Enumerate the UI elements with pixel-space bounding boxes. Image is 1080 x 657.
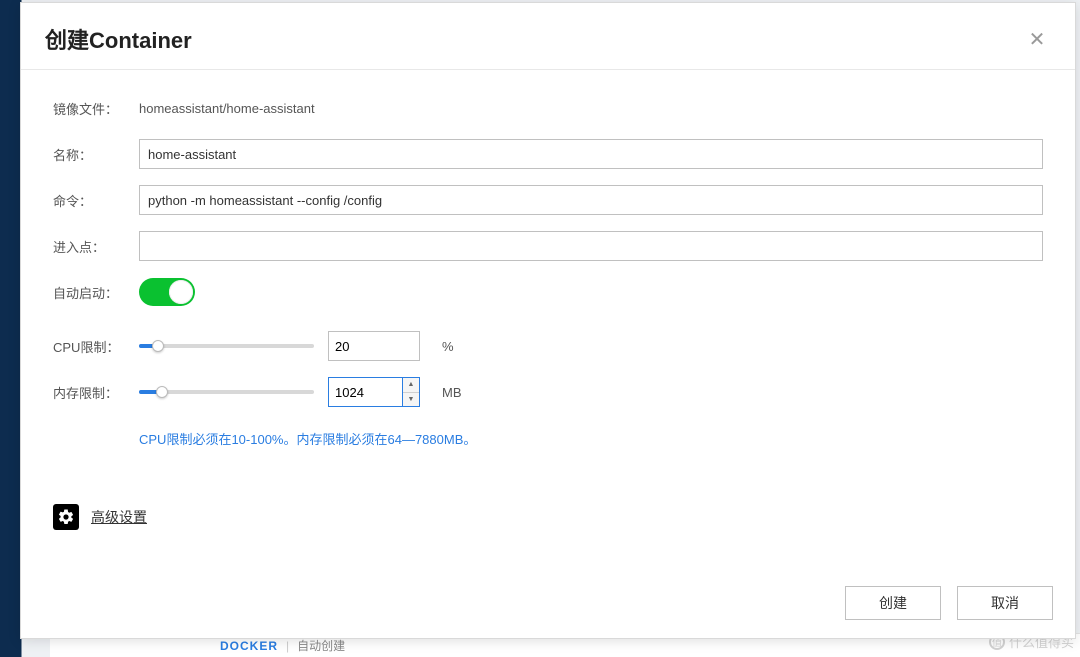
command-input[interactable] bbox=[139, 185, 1043, 215]
mem-limit-input[interactable] bbox=[328, 377, 402, 407]
mem-spinner-buttons: ▲ ▼ bbox=[402, 377, 420, 407]
mem-slider[interactable] bbox=[139, 390, 314, 394]
entrypoint-input[interactable] bbox=[139, 231, 1043, 261]
row-cpu-limit: CPU限制： % bbox=[53, 330, 1043, 362]
name-input[interactable] bbox=[139, 139, 1043, 169]
mem-unit: MB bbox=[442, 385, 462, 400]
row-name: 名称： bbox=[53, 138, 1043, 170]
advanced-settings-link[interactable]: 高级设置 bbox=[91, 507, 147, 527]
create-button[interactable]: 创建 bbox=[845, 586, 941, 620]
mem-slider-thumb[interactable] bbox=[156, 386, 168, 398]
limits-hint: CPU限制必须在10-100%。内存限制必须在64—7880MB。 bbox=[139, 429, 476, 448]
cpu-unit: % bbox=[442, 339, 454, 354]
label-autostart: 自动启动： bbox=[53, 283, 139, 302]
label-name: 名称： bbox=[53, 145, 139, 164]
mem-step-down-button[interactable]: ▼ bbox=[403, 392, 419, 407]
create-container-modal: 创建Container ✕ 镜像文件： homeassistant/home-a… bbox=[20, 2, 1076, 639]
cpu-slider-wrap: % bbox=[139, 331, 1043, 361]
cancel-button[interactable]: 取消 bbox=[957, 586, 1053, 620]
close-icon: ✕ bbox=[1029, 27, 1046, 52]
label-command: 命令： bbox=[53, 191, 139, 210]
row-image: 镜像文件： homeassistant/home-assistant bbox=[53, 92, 1043, 124]
label-cpu-limit: CPU限制： bbox=[53, 337, 139, 356]
row-hint: CPU限制必须在10-100%。内存限制必须在64—7880MB。 bbox=[139, 422, 1043, 454]
chevron-down-icon: ▼ bbox=[408, 396, 415, 403]
row-command: 命令： bbox=[53, 184, 1043, 216]
bg-text-docker: DOCKER bbox=[220, 639, 278, 653]
modal-header: 创建Container ✕ bbox=[21, 3, 1075, 70]
row-advanced: 高级设置 bbox=[53, 504, 1043, 530]
modal-body: 镜像文件： homeassistant/home-assistant 名称： 命… bbox=[21, 70, 1075, 572]
autostart-toggle[interactable] bbox=[139, 278, 195, 306]
close-button[interactable]: ✕ bbox=[1023, 25, 1051, 53]
modal-footer: 创建 取消 bbox=[21, 572, 1075, 638]
gear-icon bbox=[53, 504, 79, 530]
row-mem-limit: 内存限制： ▲ ▼ MB bbox=[53, 376, 1043, 408]
mem-slider-wrap: ▲ ▼ MB bbox=[139, 377, 1043, 407]
value-image: homeassistant/home-assistant bbox=[139, 101, 315, 116]
modal-title: 创建Container bbox=[45, 23, 192, 55]
row-autostart: 自动启动： bbox=[53, 276, 1043, 308]
cpu-limit-input[interactable] bbox=[328, 331, 420, 361]
mem-step-up-button[interactable]: ▲ bbox=[403, 378, 419, 392]
bg-separator: | bbox=[286, 639, 289, 653]
chevron-up-icon: ▲ bbox=[408, 381, 415, 388]
mem-limit-spinner: ▲ ▼ bbox=[328, 377, 420, 407]
toggle-knob bbox=[169, 280, 193, 304]
cpu-slider[interactable] bbox=[139, 344, 314, 348]
row-entrypoint: 进入点： bbox=[53, 230, 1043, 262]
label-mem-limit: 内存限制： bbox=[53, 383, 139, 402]
bg-text-auto: 自动创建 bbox=[297, 637, 345, 654]
label-entrypoint: 进入点： bbox=[53, 237, 139, 256]
label-image: 镜像文件： bbox=[53, 99, 139, 118]
cpu-slider-thumb[interactable] bbox=[152, 340, 164, 352]
